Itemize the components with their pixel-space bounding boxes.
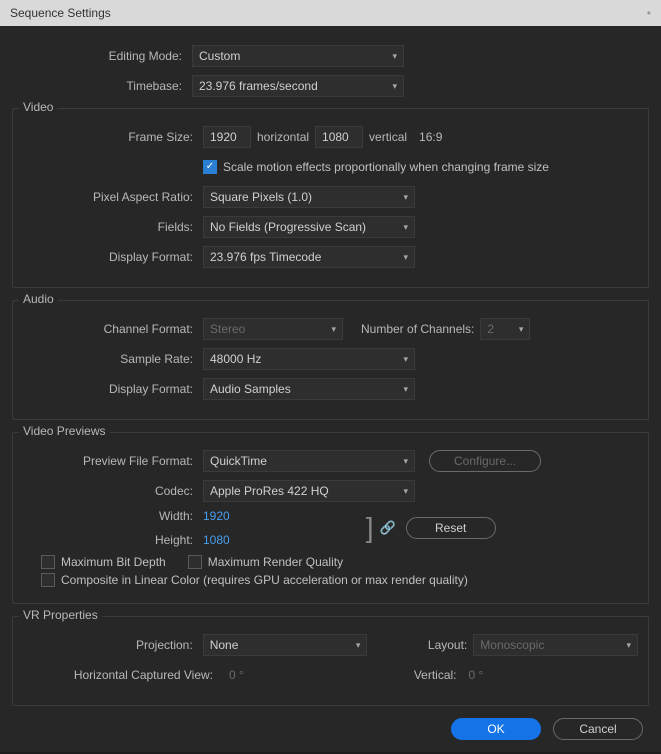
audio-display-format-value: Audio Samples xyxy=(210,382,291,396)
video-display-format-label: Display Format: xyxy=(23,250,203,264)
hcv-label: Horizontal Captured View: xyxy=(23,668,223,682)
timebase-value: 23.976 frames/second xyxy=(199,79,318,93)
channel-format-value: Stereo xyxy=(210,322,245,336)
par-select[interactable]: Square Pixels (1.0) ▾ xyxy=(203,186,415,208)
preview-height-value[interactable]: 1080 xyxy=(203,533,230,547)
layout-select: Monoscopic ▾ xyxy=(473,634,638,656)
width-label: Width: xyxy=(23,509,203,523)
ok-button[interactable]: OK xyxy=(451,718,541,740)
max-render-checkbox[interactable] xyxy=(188,555,202,569)
horizontal-label: horizontal xyxy=(257,130,309,144)
frame-size-label: Frame Size: xyxy=(23,130,203,144)
preview-file-format-value: QuickTime xyxy=(210,454,267,468)
fields-value: No Fields (Progressive Scan) xyxy=(210,220,366,234)
video-display-format-select[interactable]: 23.976 fps Timecode ▾ xyxy=(203,246,415,268)
vr-vertical-label: Vertical: xyxy=(414,668,457,682)
max-bit-depth-checkbox[interactable] xyxy=(41,555,55,569)
chevron-down-icon: ▾ xyxy=(626,640,631,651)
sample-rate-select[interactable]: 48000 Hz ▾ xyxy=(203,348,415,370)
codec-label: Codec: xyxy=(23,484,203,498)
preview-file-format-select[interactable]: QuickTime ▾ xyxy=(203,450,415,472)
height-label: Height: xyxy=(23,533,203,547)
aspect-ratio-text: 16:9 xyxy=(419,130,442,144)
codec-select[interactable]: Apple ProRes 422 HQ ▾ xyxy=(203,480,415,502)
vr-vertical-value: 0 ° xyxy=(469,668,484,682)
projection-label: Projection: xyxy=(23,638,203,652)
composite-linear-checkbox[interactable] xyxy=(41,573,55,587)
dialog-content: Editing Mode: Custom ▾ Timebase: 23.976 … xyxy=(0,26,661,706)
chevron-down-icon: ▾ xyxy=(331,324,336,335)
titlebar: Sequence Settings • xyxy=(0,0,661,26)
channel-format-label: Channel Format: xyxy=(23,322,203,336)
chevron-down-icon: ▾ xyxy=(392,51,397,62)
window-title: Sequence Settings xyxy=(10,6,111,20)
video-section: Video Frame Size: 1920 horizontal 1080 v… xyxy=(12,108,649,288)
fields-label: Fields: xyxy=(23,220,203,234)
hcv-value: 0 ° xyxy=(229,668,244,682)
editing-mode-label: Editing Mode: xyxy=(12,49,192,63)
scale-motion-label: Scale motion effects proportionally when… xyxy=(223,160,549,174)
vertical-label: vertical xyxy=(369,130,407,144)
video-display-format-value: 23.976 fps Timecode xyxy=(210,250,321,264)
chevron-down-icon: ▾ xyxy=(403,384,408,395)
link-icon[interactable]: 🔗 xyxy=(379,520,395,536)
chevron-down-icon: ▾ xyxy=(519,324,524,335)
audio-display-format-label: Display Format: xyxy=(23,382,203,396)
max-render-label: Maximum Render Quality xyxy=(208,555,343,569)
frame-width-input[interactable]: 1920 xyxy=(203,126,251,148)
par-value: Square Pixels (1.0) xyxy=(210,190,312,204)
scale-motion-checkbox[interactable] xyxy=(203,160,217,174)
vr-section: VR Properties Projection: None ▾ Layout:… xyxy=(12,616,649,706)
composite-linear-label: Composite in Linear Color (requires GPU … xyxy=(61,573,468,587)
configure-button: Configure... xyxy=(429,450,541,472)
chevron-down-icon: ▾ xyxy=(403,486,408,497)
timebase-select[interactable]: 23.976 frames/second ▾ xyxy=(192,75,404,97)
chevron-down-icon: ▾ xyxy=(403,222,408,233)
previews-section: Video Previews Preview File Format: Quic… xyxy=(12,432,649,604)
chevron-down-icon: ▾ xyxy=(403,354,408,365)
editing-mode-value: Custom xyxy=(199,49,240,63)
layout-label: Layout: xyxy=(397,638,467,652)
preview-file-format-label: Preview File Format: xyxy=(23,454,203,468)
sample-rate-value: 48000 Hz xyxy=(210,352,261,366)
chevron-down-icon: ▾ xyxy=(403,192,408,203)
window-menu-icon[interactable]: • xyxy=(647,6,651,20)
audio-display-format-select[interactable]: Audio Samples ▾ xyxy=(203,378,415,400)
num-channels-label: Number of Channels: xyxy=(361,322,474,336)
audio-section-title: Audio xyxy=(19,292,58,306)
projection-select[interactable]: None ▾ xyxy=(203,634,368,656)
frame-height-input[interactable]: 1080 xyxy=(315,126,363,148)
num-channels-value: 2 xyxy=(487,322,494,336)
video-section-title: Video xyxy=(19,100,57,114)
chevron-down-icon: ▾ xyxy=(403,456,408,467)
preview-width-value[interactable]: 1920 xyxy=(203,509,230,523)
chevron-down-icon: ▾ xyxy=(392,81,397,92)
max-bit-depth-label: Maximum Bit Depth xyxy=(61,555,166,569)
chevron-down-icon: ▾ xyxy=(403,252,408,263)
layout-value: Monoscopic xyxy=(480,638,544,652)
cancel-button[interactable]: Cancel xyxy=(553,718,643,740)
editing-mode-select[interactable]: Custom ▾ xyxy=(192,45,404,67)
sample-rate-label: Sample Rate: xyxy=(23,352,203,366)
par-label: Pixel Aspect Ratio: xyxy=(23,190,203,204)
num-channels-select: 2 ▾ xyxy=(480,318,530,340)
codec-value: Apple ProRes 422 HQ xyxy=(210,484,329,498)
previews-section-title: Video Previews xyxy=(19,424,110,438)
audio-section: Audio Channel Format: Stereo ▾ Number of… xyxy=(12,300,649,420)
reset-button[interactable]: Reset xyxy=(406,517,496,539)
projection-value: None xyxy=(210,638,239,652)
chevron-down-icon: ▾ xyxy=(356,640,361,651)
vr-section-title: VR Properties xyxy=(19,608,102,622)
dialog-footer: OK Cancel xyxy=(0,706,661,752)
fields-select[interactable]: No Fields (Progressive Scan) ▾ xyxy=(203,216,415,238)
channel-format-select: Stereo ▾ xyxy=(203,318,343,340)
timebase-label: Timebase: xyxy=(12,79,192,93)
bracket-icon: ] xyxy=(366,512,374,544)
